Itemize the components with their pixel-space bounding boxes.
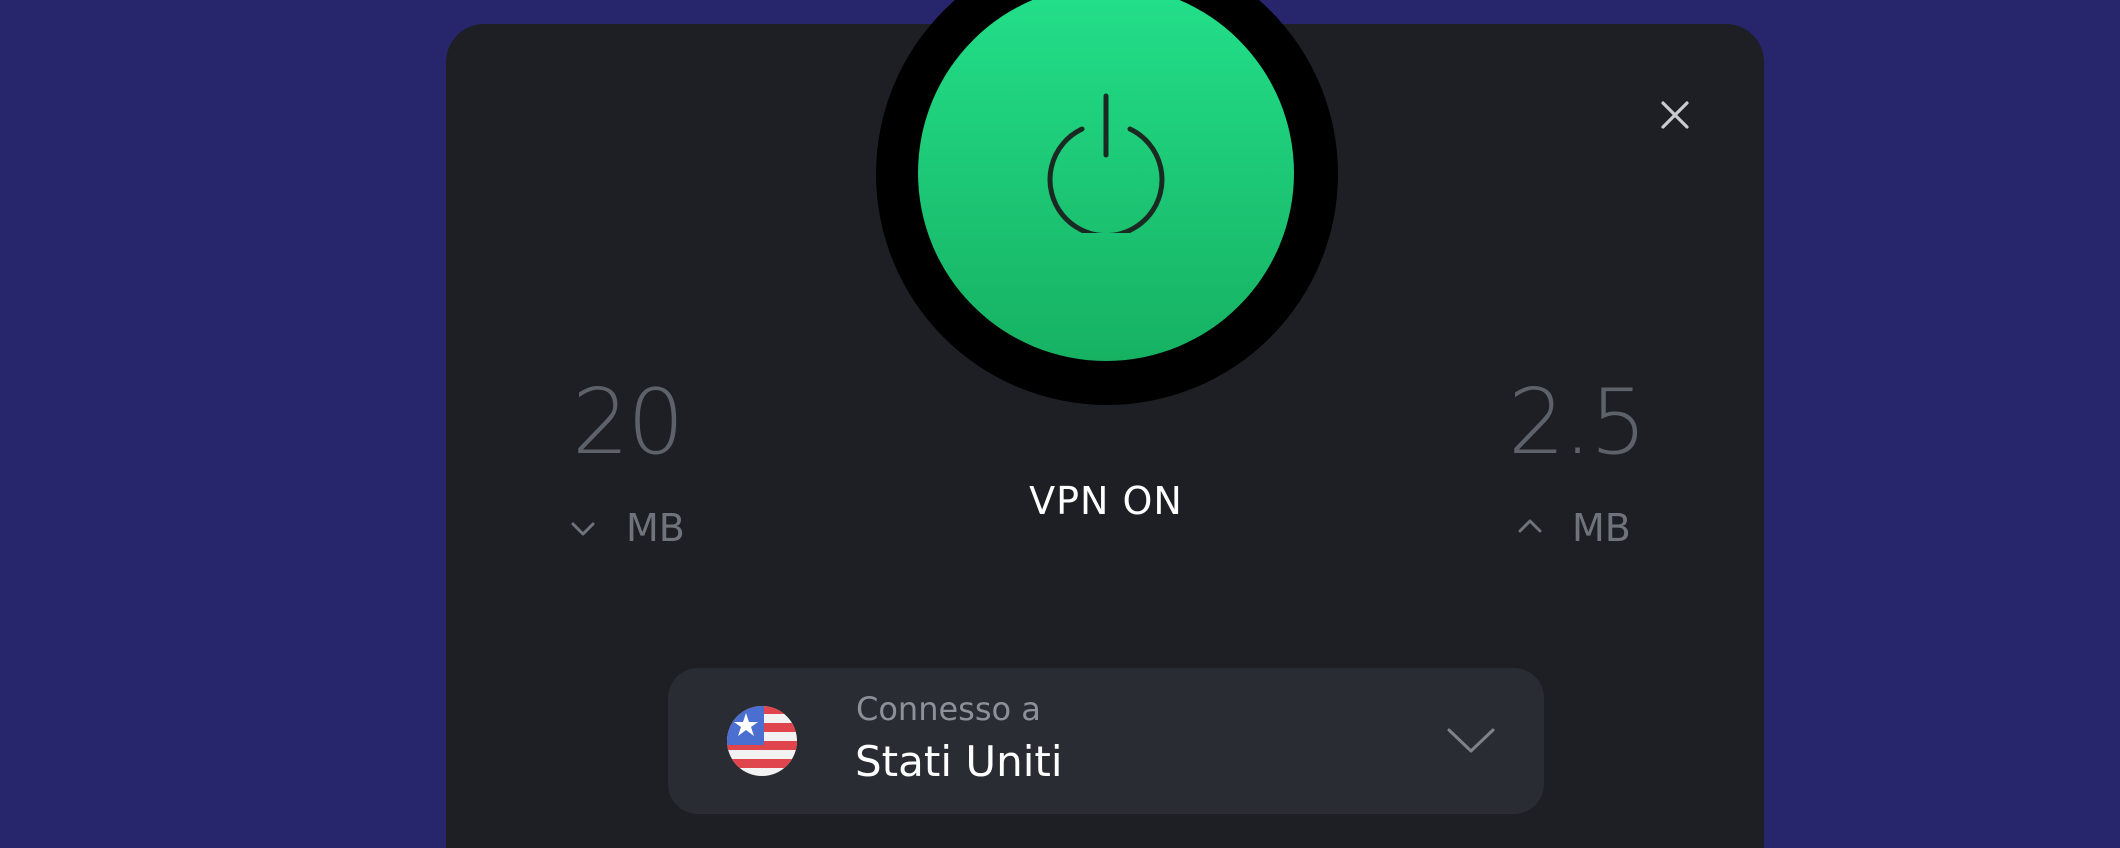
us-flag-icon: [727, 706, 797, 776]
arrow-up-icon: [1518, 519, 1542, 533]
close-icon: [1661, 101, 1689, 129]
location-selector[interactable]: [668, 668, 1544, 814]
close-button[interactable]: [1656, 96, 1694, 134]
location-caption: Connesso a: [856, 690, 1041, 728]
location-name: Stati Uniti: [855, 737, 1063, 786]
upload-value: 2.5: [1508, 370, 1647, 475]
upload-unit: MB: [1572, 506, 1631, 550]
power-icon: [1047, 93, 1165, 233]
vpn-status-label: VPN ON: [1029, 479, 1183, 523]
download-unit: MB: [626, 506, 685, 550]
chevron-down-icon[interactable]: [1446, 726, 1496, 756]
arrow-down-icon: [571, 522, 595, 536]
download-value: 20: [572, 370, 685, 475]
